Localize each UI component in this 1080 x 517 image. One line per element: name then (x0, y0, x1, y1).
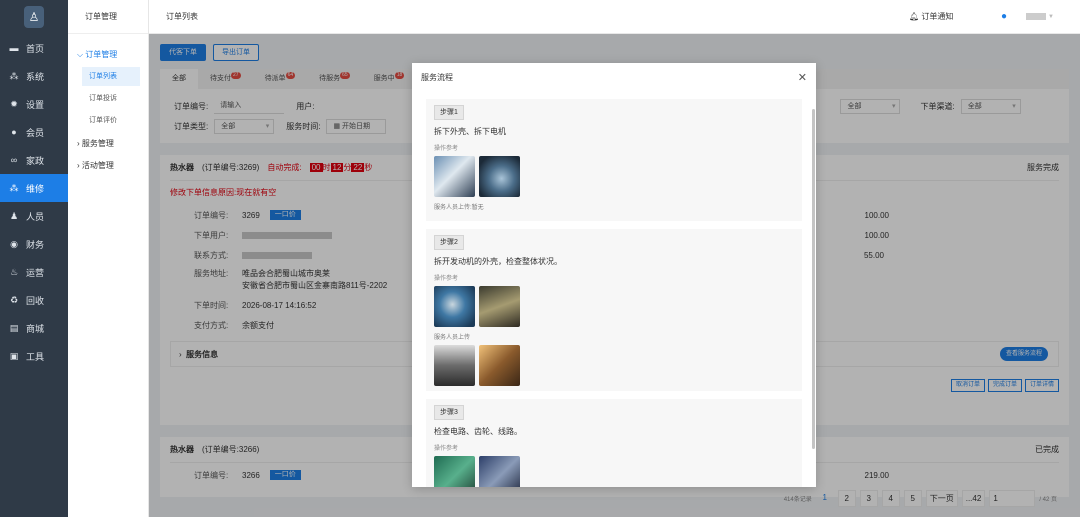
sidebar: ♙ ▬ 首页 ⁂ 系统 ✹ 设置 ● 会员 ∞ 家政 ⁂ 维修 ♟ 人员 ◉ 财务 ♨ 运营 ♻ 回收 ▤ 商城 ▣ 工具 (0, 0, 68, 517)
reference-image[interactable] (479, 456, 520, 487)
monitor-icon: ▬ (9, 43, 19, 53)
app-logo: ♙ (0, 0, 68, 34)
sidebar-item-label: 工具 (26, 351, 45, 362)
step-title: 步骤1 (434, 105, 464, 120)
sidebar-item-label: 财务 (26, 239, 45, 250)
sidebar-item-3[interactable]: ● 会员 (0, 118, 68, 146)
submenu-item-order-list[interactable]: 订单列表 (82, 67, 140, 86)
step-title: 步骤3 (434, 405, 464, 420)
nodes-icon: ⁂ (9, 182, 19, 193)
sidebar-item-0[interactable]: ▬ 首页 (0, 34, 68, 62)
ref-label: 操作参考 (434, 276, 459, 282)
service-flow-modal: 服务流程 ✕ 步骤1 拆下外壳、拆下电机 操作参考 服务人员上传:暂无 步骤2 … (412, 63, 816, 487)
sidebar-item-2[interactable]: ✹ 设置 (0, 90, 68, 118)
modal-title: 服务流程 (421, 72, 453, 82)
sidebar-item-9[interactable]: ♻ 回收 (0, 286, 68, 314)
sidebar-item-10[interactable]: ▤ 商城 (0, 314, 68, 342)
reference-image[interactable] (434, 156, 475, 197)
step-title: 步骤2 (434, 235, 464, 250)
submenu: 订单管理 ⌵ 订单管理 订单列表 订单投诉 订单评价 › 服务管理 › 活动管理 (68, 0, 149, 517)
sidebar-item-5[interactable]: ⁂ 维修 (0, 174, 68, 202)
sidebar-item-label: 回收 (26, 295, 45, 306)
modal-scrollbar[interactable] (812, 109, 815, 449)
sidebar-item-label: 人员 (26, 211, 45, 222)
sidebar-item-label: 会员 (26, 127, 45, 138)
sidebar-item-label: 维修 (26, 183, 45, 194)
shop-icon: ▤ (9, 322, 19, 333)
sidebar-item-label: 系统 (26, 71, 45, 82)
person-icon: ♟ (9, 210, 19, 221)
sidebar-item-7[interactable]: ◉ 财务 (0, 230, 68, 258)
reference-image[interactable] (434, 456, 475, 487)
user-avatar-icon[interactable]: ● (1001, 11, 1007, 22)
fire-icon: ♨ (9, 266, 19, 277)
gear-icon: ✹ (10, 98, 18, 109)
link-icon: ∞ (10, 155, 18, 165)
submenu-group-order[interactable]: ⌵ 订单管理 (68, 44, 148, 66)
reference-image[interactable] (479, 156, 520, 197)
sidebar-item-label: 首页 (26, 43, 45, 54)
sidebar-item-8[interactable]: ♨ 运营 (0, 258, 68, 286)
toolbox-icon: ▣ (9, 350, 19, 361)
upload-note: 服务人员上传:暂无 (434, 205, 484, 211)
ref-label: 操作参考 (434, 446, 459, 452)
sidebar-item-6[interactable]: ♟ 人员 (0, 202, 68, 230)
submenu-group-activity[interactable]: › 活动管理 (68, 155, 148, 177)
sidebar-item-1[interactable]: ⁂ 系统 (0, 62, 68, 90)
nodes-icon: ⁂ (9, 70, 19, 81)
circle-icon: ◉ (10, 238, 18, 249)
submenu-group-service[interactable]: › 服务管理 (68, 133, 148, 155)
user-icon: ● (11, 127, 17, 137)
username-blurred (1026, 13, 1046, 20)
sidebar-item-label: 运营 (26, 267, 45, 278)
submenu-header: 订单管理 (68, 0, 148, 34)
reference-image[interactable] (479, 286, 520, 327)
step-desc: 检查电路、齿轮、线路。 (434, 427, 522, 436)
step-card: 步骤3 检查电路、齿轮、线路。 操作参考 (426, 399, 802, 487)
chevron-down-icon[interactable]: ▼ (1048, 14, 1054, 20)
uploaded-image[interactable] (434, 345, 475, 386)
close-icon[interactable]: ✕ (798, 71, 807, 84)
uploaded-image[interactable] (479, 345, 520, 386)
sidebar-item-label: 设置 (26, 99, 45, 110)
step-card: 步骤2 拆开发动机的外壳，检查整体状况。 操作参考 服务人员上传 (426, 229, 802, 391)
sidebar-item-4[interactable]: ∞ 家政 (0, 146, 68, 174)
upload-note: 服务人员上传 (434, 335, 471, 341)
step-desc: 拆下外壳、拆下电机 (434, 127, 506, 136)
submenu-item-review[interactable]: 订单评价 (82, 111, 140, 130)
recycle-icon: ♻ (9, 294, 19, 305)
ref-label: 操作参考 (434, 146, 459, 152)
sidebar-item-label: 家政 (26, 155, 45, 166)
bell-icon: 🔔︎ (909, 12, 922, 21)
reference-image[interactable] (434, 286, 475, 327)
sidebar-item-label: 商城 (26, 323, 45, 334)
step-card: 步骤1 拆下外壳、拆下电机 操作参考 服务人员上传:暂无 (426, 99, 802, 221)
topbar: 订单列表 🔔︎ 订单通知 ● ▼ (149, 0, 1080, 34)
submenu-item-complaint[interactable]: 订单投诉 (82, 89, 140, 108)
step-desc: 拆开发动机的外壳，检查整体状况。 (434, 257, 562, 266)
sidebar-item-11[interactable]: ▣ 工具 (0, 342, 68, 370)
notify-button[interactable]: 🔔︎ 订单通知 (909, 11, 953, 22)
page-title: 订单列表 (166, 12, 198, 21)
